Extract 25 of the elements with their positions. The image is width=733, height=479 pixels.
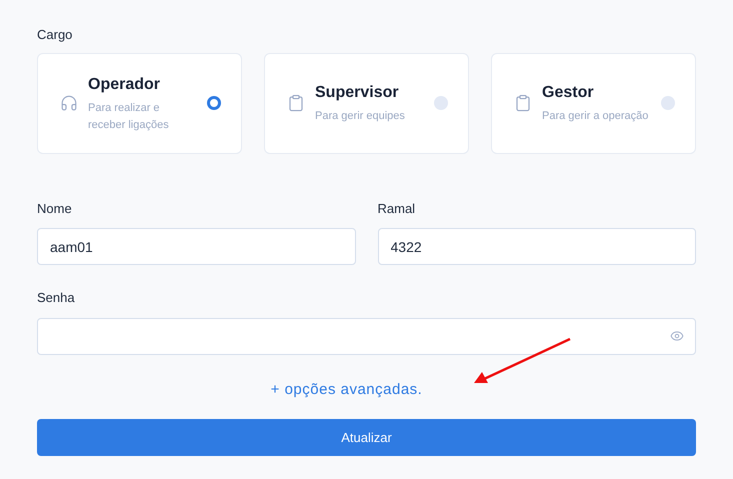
radio-button[interactable] (661, 96, 675, 110)
role-title: Supervisor (315, 83, 400, 103)
radio-button[interactable] (207, 96, 221, 110)
role-description: Para gerir equipes (315, 109, 406, 124)
clipboard-icon (287, 94, 305, 112)
input-field[interactable]: aam01 (37, 228, 356, 265)
field-label: Nome (37, 200, 73, 218)
input-field[interactable]: 4322 (378, 228, 696, 265)
role-card[interactable]: Gestor Para gerir a operação (491, 52, 696, 154)
radio-button[interactable] (434, 96, 448, 110)
headphones-icon (60, 94, 78, 112)
clipboard-icon (514, 94, 532, 112)
section-label: Cargo (37, 26, 72, 44)
role-description: Para realizar e receber ligações (88, 100, 170, 132)
advanced-options-link[interactable]: + opções avançadas. (270, 378, 422, 401)
field-label: Ramal (378, 200, 416, 218)
input-field[interactable] (37, 318, 696, 354)
field-label: Senha (37, 289, 76, 307)
role-card[interactable]: Supervisor Para gerir equipes (264, 52, 469, 154)
role-title: Gestor (542, 83, 595, 103)
role-card[interactable]: Operador Para realizar e receber ligações (37, 52, 242, 154)
update-button[interactable]: Atualizar (37, 419, 696, 456)
eye-icon[interactable] (670, 328, 684, 342)
role-description: Para gerir a operação (542, 109, 650, 124)
role-title: Operador (88, 74, 162, 94)
